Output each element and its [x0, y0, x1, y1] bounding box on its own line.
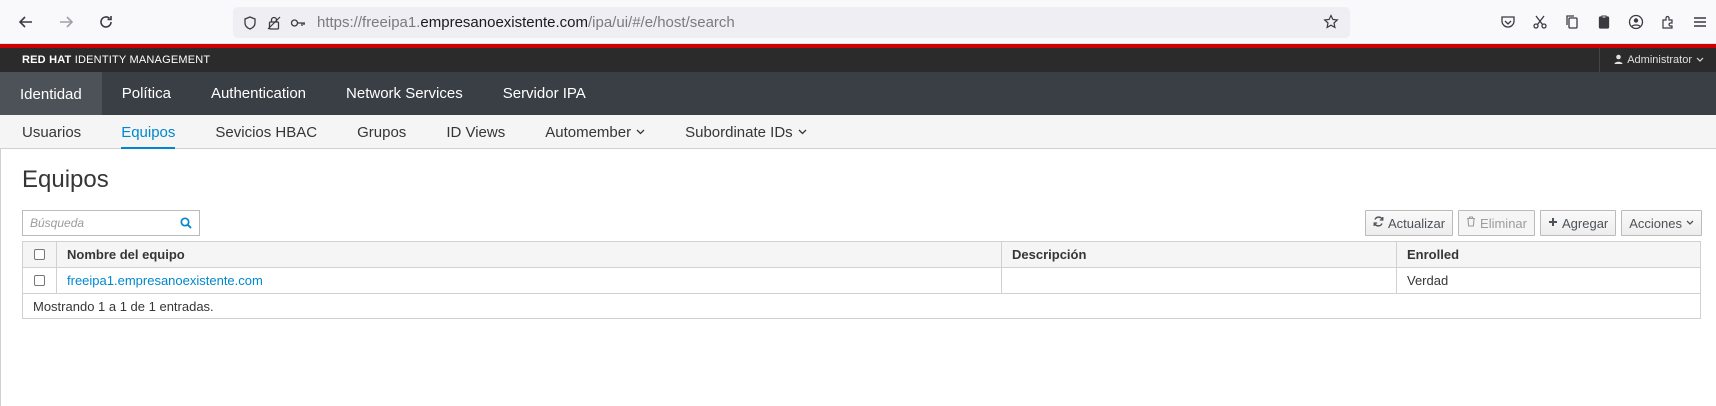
search-box	[22, 210, 200, 236]
brand-product: IDENTITY MANAGEMENT	[71, 54, 211, 66]
user-name: Administrator	[1627, 54, 1692, 66]
key-icon[interactable]	[287, 12, 309, 34]
search-icon[interactable]	[173, 211, 199, 235]
lock-icon[interactable]	[263, 12, 285, 34]
menu-icon[interactable]	[1684, 6, 1716, 38]
table-footer: Mostrando 1 a 1 de 1 entradas.	[33, 298, 214, 314]
shield-icon[interactable]	[239, 12, 261, 34]
header-checkbox-cell	[23, 242, 57, 267]
column-header-enrolled[interactable]: Enrolled	[1397, 242, 1700, 267]
host-name-cell: freeipa1.empresanoexistente.com	[57, 268, 1002, 293]
content-left-border	[0, 149, 1, 406]
delete-label: Eliminar	[1480, 215, 1527, 231]
brand-bar: RED HAT IDENTITY MANAGEMENT Administrato…	[0, 48, 1716, 72]
copy-icon[interactable]	[1556, 6, 1588, 38]
chevron-down-icon	[1686, 217, 1694, 229]
refresh-label: Actualizar	[1387, 215, 1446, 231]
hosts-table: Nombre del equipo Descripción Enrolled f…	[22, 241, 1701, 319]
add-label: Agregar	[1562, 215, 1609, 231]
url-text: https://freeipa1.empresanoexistente.com/…	[317, 14, 735, 31]
search-input[interactable]	[23, 211, 173, 235]
actions-dropdown-button[interactable]: Acciones	[1621, 210, 1702, 236]
clipboard-icon[interactable]	[1588, 6, 1620, 38]
bookmark-star-icon[interactable]	[1320, 11, 1342, 33]
sub-nav-label: Automember	[545, 123, 632, 141]
account-icon[interactable]	[1620, 6, 1652, 38]
user-icon	[1614, 54, 1623, 67]
enrolled-cell: Verdad	[1407, 273, 1449, 288]
toolbar-icons	[1492, 6, 1716, 38]
description-cell	[1002, 268, 1397, 293]
main-nav-network-services[interactable]: Network Services	[326, 72, 483, 115]
row-checkbox-cell	[23, 268, 57, 293]
forward-arrow-icon[interactable]	[50, 6, 82, 38]
sub-nav-label: ID Views	[446, 123, 506, 141]
sub-nav-id-views[interactable]: ID Views	[426, 115, 525, 149]
url-host: empresanoexistente.com	[420, 14, 588, 31]
extensions-icon[interactable]	[1652, 6, 1684, 38]
refresh-button[interactable]: Actualizar	[1364, 210, 1454, 236]
sub-navigation: Usuarios Equipos Sevicios HBAC Grupos ID…	[0, 115, 1716, 149]
sub-nav-label: Equipos	[121, 123, 176, 141]
user-menu[interactable]: Administrator	[1599, 48, 1716, 72]
column-header-name[interactable]: Nombre del equipo	[57, 242, 1002, 267]
url-path: /ipa/ui/#/e/host/search	[588, 14, 735, 31]
main-navigation: Identidad Política Authentication Networ…	[0, 72, 1716, 115]
trash-icon	[1466, 216, 1476, 230]
address-bar[interactable]: https://freeipa1.empresanoexistente.com/…	[233, 7, 1350, 38]
main-nav-identidad[interactable]: Identidad	[0, 72, 102, 115]
main-nav-servidor-ipa[interactable]: Servidor IPA	[483, 72, 606, 115]
table-header-row: Nombre del equipo Descripción Enrolled	[23, 242, 1700, 268]
actions-label: Acciones	[1629, 215, 1682, 231]
sub-nav-equipos[interactable]: Equipos	[101, 115, 195, 149]
pocket-icon[interactable]	[1492, 6, 1524, 38]
sub-nav-label: Sevicios HBAC	[215, 123, 318, 141]
action-toolbar: Actualizar Eliminar Agregar Acciones	[1364, 210, 1702, 236]
refresh-icon	[1373, 216, 1384, 230]
main-nav-authentication[interactable]: Authentication	[191, 72, 326, 115]
sub-nav-usuarios[interactable]: Usuarios	[2, 115, 101, 149]
scissors-icon[interactable]	[1524, 6, 1556, 38]
sub-nav-subordinate-ids[interactable]: Subordinate IDs	[665, 115, 827, 149]
product-logo: RED HAT IDENTITY MANAGEMENT	[22, 54, 210, 66]
select-all-checkbox[interactable]	[34, 249, 45, 260]
host-link[interactable]: freeipa1.empresanoexistente.com	[67, 273, 263, 288]
plus-icon	[1548, 217, 1558, 230]
sub-nav-label: Grupos	[357, 123, 407, 141]
browser-toolbar: https://freeipa1.empresanoexistente.com/…	[0, 0, 1716, 44]
column-header-description[interactable]: Descripción	[1002, 242, 1397, 267]
add-button[interactable]: Agregar	[1540, 210, 1617, 236]
chevron-down-icon	[798, 127, 807, 138]
chevron-down-icon	[1696, 54, 1704, 66]
main-nav-politica[interactable]: Política	[102, 72, 191, 115]
sub-nav-label: Subordinate IDs	[685, 123, 793, 141]
delete-button[interactable]: Eliminar	[1458, 210, 1535, 236]
back-arrow-icon[interactable]	[10, 6, 42, 38]
sub-nav-servicios-hbac[interactable]: Sevicios HBAC	[195, 115, 337, 149]
sub-nav-label: Usuarios	[22, 123, 82, 141]
table-row: freeipa1.empresanoexistente.com Verdad	[23, 268, 1700, 294]
url-prefix: https://freeipa1.	[317, 14, 421, 31]
page-title: Equipos	[22, 166, 109, 193]
sub-nav-automember[interactable]: Automember	[525, 115, 665, 149]
row-checkbox[interactable]	[34, 275, 45, 286]
reload-icon[interactable]	[90, 6, 122, 38]
sub-nav-grupos[interactable]: Grupos	[337, 115, 426, 149]
chevron-down-icon	[636, 127, 645, 138]
brand-red-hat: RED HAT	[22, 54, 72, 66]
